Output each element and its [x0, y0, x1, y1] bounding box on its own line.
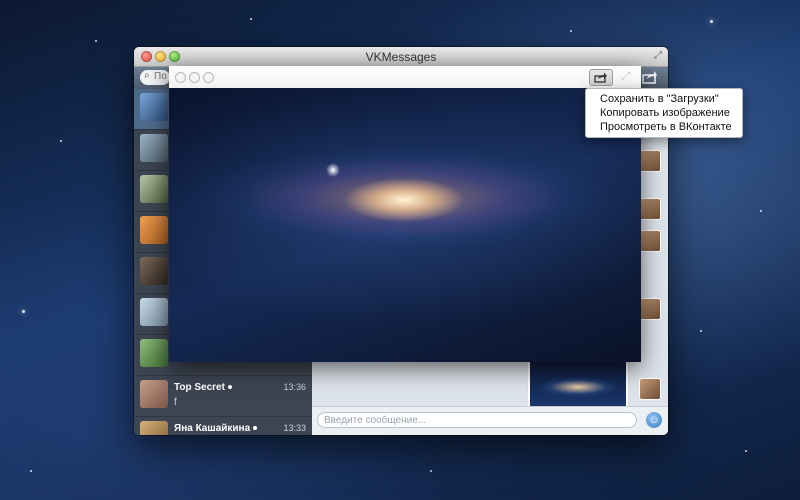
avatar — [140, 421, 168, 435]
list-item[interactable]: Яна Кашайкина 13:33 😊 — [134, 417, 312, 435]
message-snippet: f — [174, 397, 177, 408]
contact-name-text: Top Secret — [174, 382, 225, 393]
contact-name-text: Яна Кашайкина — [174, 423, 251, 434]
star — [30, 470, 32, 472]
viewer-minimize-button[interactable] — [189, 72, 200, 83]
image-attachment-thumbnail[interactable] — [530, 359, 626, 411]
window-title: VKMessages — [365, 50, 437, 64]
search-icon: ⌕ — [144, 70, 150, 81]
star — [710, 20, 713, 23]
viewer-zoom-button[interactable] — [203, 72, 214, 83]
title-bar: VKMessages ⤢ — [134, 47, 668, 67]
avatar — [140, 216, 168, 244]
viewer-toolbar: ⤢ — [169, 66, 641, 89]
star — [95, 40, 97, 42]
avatar — [640, 299, 660, 319]
avatar — [140, 257, 168, 285]
viewer-share-button[interactable] — [589, 69, 613, 86]
avatar — [640, 379, 660, 399]
avatar — [140, 175, 168, 203]
menu-item-copy-image[interactable]: Копировать изображение — [586, 106, 742, 120]
avatar — [640, 151, 660, 171]
avatar — [640, 231, 660, 251]
avatar — [640, 199, 660, 219]
message-input[interactable] — [317, 412, 637, 428]
star — [22, 310, 25, 313]
share-icon[interactable] — [642, 70, 658, 84]
star — [700, 330, 702, 332]
expand-icon[interactable]: ⤢ — [621, 69, 631, 84]
image-viewer: ⤢ — [169, 66, 641, 362]
message-time: 13:36 — [283, 382, 306, 392]
star — [745, 450, 747, 452]
star — [760, 210, 762, 212]
avatar — [140, 134, 168, 162]
galaxy-image — [169, 88, 641, 362]
avatar — [140, 93, 168, 121]
message-input-bar: ☺ — [312, 406, 668, 435]
online-indicator — [253, 426, 258, 431]
message-time: 13:33 — [283, 423, 306, 433]
smiley-icon[interactable]: ☺ — [646, 412, 662, 428]
search-field[interactable]: ⌕ По — [140, 70, 170, 85]
avatar — [140, 298, 168, 326]
avatar — [140, 380, 168, 408]
star — [430, 470, 432, 472]
contact-name: Top Secret — [174, 382, 232, 393]
star — [60, 140, 62, 142]
search-placeholder: По — [154, 71, 167, 82]
share-icon — [594, 72, 607, 83]
list-item[interactable]: Top Secret 13:36 f — [134, 376, 312, 417]
online-indicator — [227, 385, 232, 390]
star — [250, 18, 252, 20]
contact-name: Яна Кашайкина — [174, 423, 258, 434]
context-menu: Сохранить в "Загрузки" Копировать изобра… — [585, 88, 743, 138]
menu-item-save-downloads[interactable]: Сохранить в "Загрузки" — [586, 92, 742, 106]
star — [570, 30, 572, 32]
avatar — [140, 339, 168, 367]
fullscreen-icon[interactable]: ⤢ — [654, 50, 662, 61]
viewer-close-button[interactable] — [175, 72, 186, 83]
menu-item-view-vk[interactable]: Просмотреть в ВКонтакте — [586, 120, 742, 134]
